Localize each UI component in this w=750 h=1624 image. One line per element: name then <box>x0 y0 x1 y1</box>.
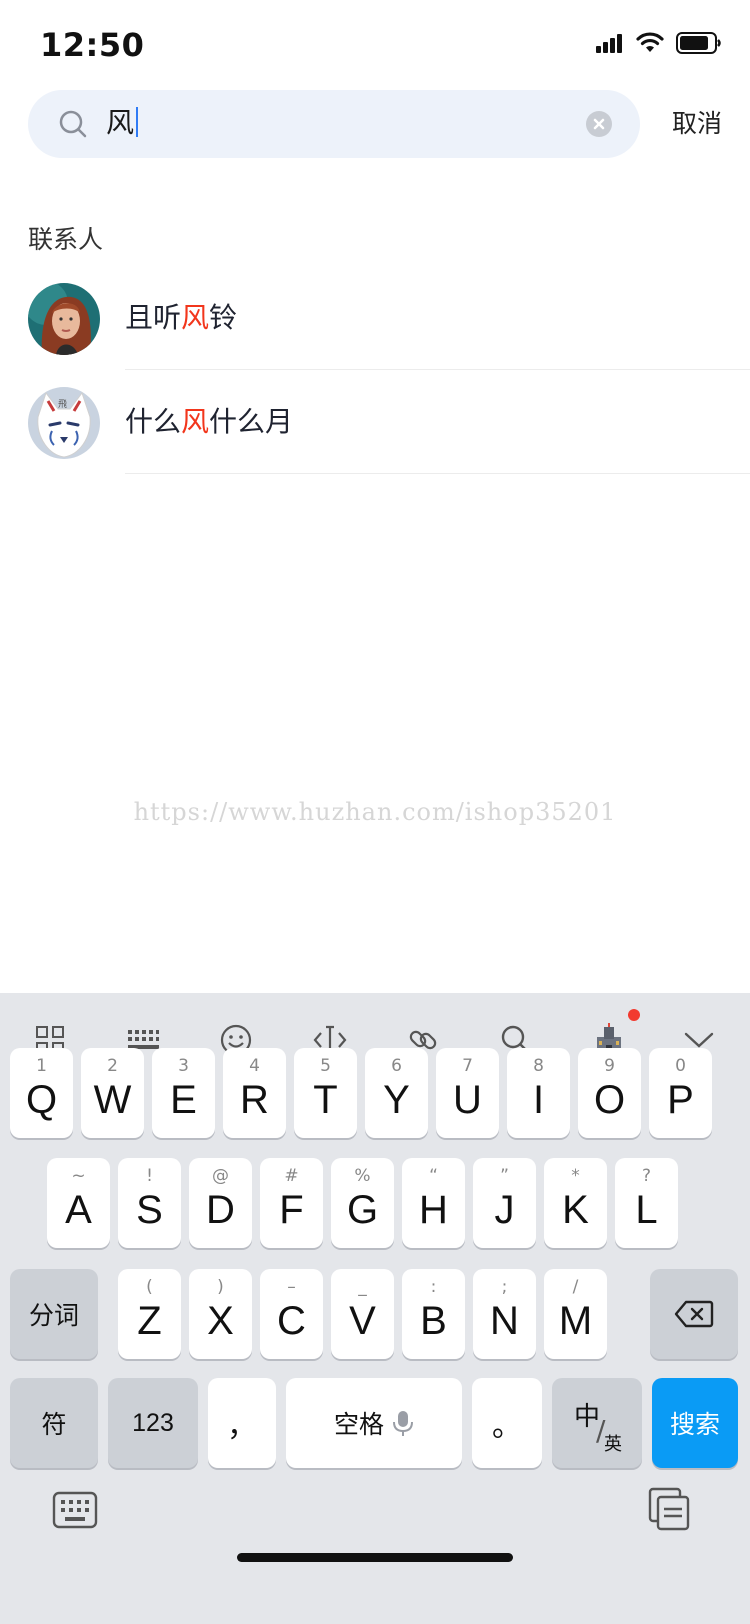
list-item[interactable]: 且听风铃 <box>0 266 750 370</box>
keyboard-hide-icon[interactable] <box>52 1491 102 1535</box>
keyboard: 1Q2W3E4R5T6Y7U8I9O0P ~ A! S @ D # F% G “H” J * K? L … <box>0 993 750 1624</box>
key-hint: 3 <box>178 1056 189 1076</box>
key-hint: # <box>284 1166 299 1186</box>
status-bar: 12:50 <box>0 0 750 90</box>
key-hint: – <box>287 1277 296 1297</box>
avatar: 飛 <box>28 387 100 459</box>
key-hint: 0 <box>675 1056 686 1076</box>
key-m[interactable]: / M <box>544 1269 607 1359</box>
key-hint: ( <box>146 1277 153 1297</box>
key-s[interactable]: ! S <box>118 1158 181 1248</box>
comma-key[interactable]: ， <box>208 1378 276 1468</box>
key-g[interactable]: % G <box>331 1158 394 1248</box>
key-z[interactable]: (Z <box>118 1269 181 1359</box>
key-q[interactable]: 1Q <box>10 1048 73 1138</box>
symbols-key[interactable]: 符 <box>10 1378 98 1468</box>
search-button[interactable]: 搜索 <box>652 1378 738 1468</box>
key-k[interactable]: * K <box>544 1158 607 1248</box>
key-hint: “ <box>429 1166 438 1186</box>
key-hint: ! <box>146 1166 153 1186</box>
key-o[interactable]: 9O <box>578 1048 641 1138</box>
key-hint: ; <box>501 1277 508 1297</box>
language-switch-key[interactable]: 中 / 英 <box>552 1378 642 1468</box>
svg-text:飛: 飛 <box>58 399 67 410</box>
key-hint: ~ <box>71 1166 86 1186</box>
key-hint: / <box>572 1277 579 1297</box>
key-hint: ) <box>217 1277 224 1297</box>
key-hint: % <box>354 1166 371 1186</box>
wifi-icon <box>636 32 664 52</box>
key-e[interactable]: 3E <box>152 1048 215 1138</box>
key-hint: _ <box>358 1277 367 1297</box>
key-hint: : <box>430 1277 437 1297</box>
key-a[interactable]: ~ A <box>47 1158 110 1248</box>
status-time: 12:50 <box>40 26 145 64</box>
contact-name: 且听风铃 <box>125 301 238 334</box>
key-b[interactable]: :B <box>402 1269 465 1359</box>
close-icon <box>593 118 605 130</box>
numbers-key[interactable]: 123 <box>108 1378 198 1468</box>
search-input[interactable]: 风 <box>28 90 640 158</box>
contact-name: 什么风什么月 <box>125 405 294 438</box>
key-h[interactable]: “H <box>402 1158 465 1248</box>
key-f[interactable]: # F <box>260 1158 323 1248</box>
key-hint: * <box>571 1166 580 1186</box>
key-hint: 1 <box>36 1056 47 1076</box>
search-value: 风 <box>106 103 139 143</box>
search-row: 风 取消 <box>0 90 750 158</box>
text-caret <box>136 107 139 137</box>
key-hint: 7 <box>462 1056 473 1076</box>
key-hint: 8 <box>533 1056 544 1076</box>
key-hint: 4 <box>249 1056 260 1076</box>
key-hint: ” <box>500 1166 509 1186</box>
segment-key[interactable]: 分词 <box>10 1269 98 1359</box>
clear-button[interactable] <box>586 111 612 137</box>
list-item[interactable]: 飛 什么风什么月 <box>0 370 750 474</box>
backspace-key[interactable] <box>650 1269 738 1359</box>
key-hint: 6 <box>391 1056 402 1076</box>
key-w[interactable]: 2W <box>81 1048 144 1138</box>
key-hint: @ <box>212 1166 229 1186</box>
battery-icon <box>676 32 721 54</box>
lang-sub-label: 英 <box>604 1434 622 1455</box>
section-title: 联系人 <box>28 225 104 254</box>
key-l[interactable]: ? L <box>615 1158 678 1248</box>
key-u[interactable]: 7U <box>436 1048 499 1138</box>
key-t[interactable]: 5T <box>294 1048 357 1138</box>
key-p[interactable]: 0P <box>649 1048 712 1138</box>
backspace-icon <box>674 1300 714 1328</box>
key-i[interactable]: 8I <box>507 1048 570 1138</box>
signal-icon <box>596 34 622 53</box>
key-d[interactable]: @ D <box>189 1158 252 1248</box>
key-hint: ? <box>641 1166 652 1186</box>
key-hint: 9 <box>604 1056 615 1076</box>
key-r[interactable]: 4R <box>223 1048 286 1138</box>
clipboard-icon[interactable] <box>648 1487 696 1535</box>
avatar <box>28 283 100 355</box>
status-icons <box>596 32 722 54</box>
key-x[interactable]: ) X <box>189 1269 252 1359</box>
cancel-button[interactable]: 取消 <box>672 104 722 144</box>
microphone-icon <box>393 1411 413 1436</box>
key-y[interactable]: 6Y <box>365 1048 428 1138</box>
key-j[interactable]: ” J <box>473 1158 536 1248</box>
key-n[interactable]: ; N <box>473 1269 536 1359</box>
key-hint: 5 <box>320 1056 331 1076</box>
period-key[interactable]: 。 <box>472 1378 542 1468</box>
key-hint: 2 <box>107 1056 118 1076</box>
space-key[interactable]: 空格 <box>286 1378 462 1468</box>
key-c[interactable]: – C <box>260 1269 323 1359</box>
key-v[interactable]: _ V <box>331 1269 394 1359</box>
home-indicator <box>237 1553 513 1562</box>
notification-dot <box>628 1009 640 1021</box>
watermark: https://www.huzhan.com/ishop35201 <box>133 798 617 826</box>
divider <box>125 473 750 474</box>
search-icon <box>59 110 87 138</box>
